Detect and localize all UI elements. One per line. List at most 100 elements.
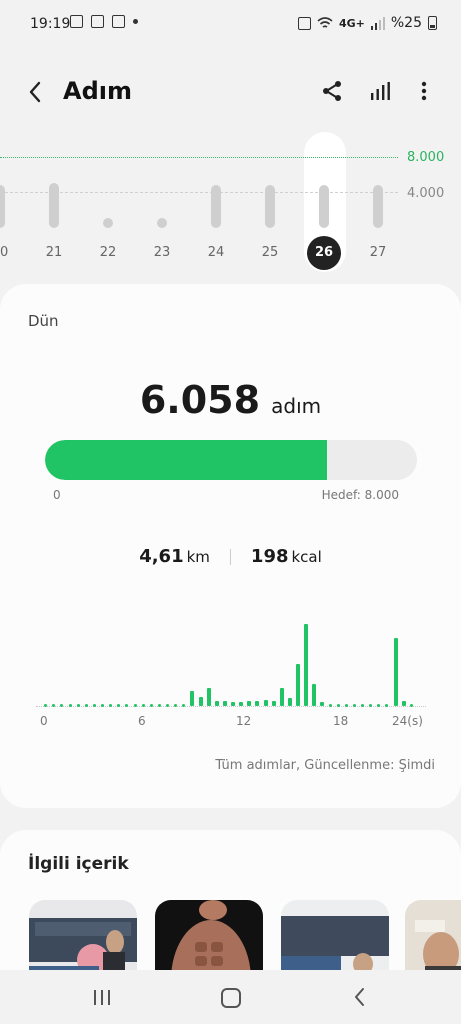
day-bar-23[interactable] [157,218,167,228]
calories-unit: kcal [291,548,322,566]
reference-line [0,192,398,193]
day-label-25[interactable]: 25 [253,245,287,260]
hour-point [157,704,161,707]
day-label-21[interactable]: 21 [37,245,71,260]
update-footnote: Tüm adımlar, Güncellenme: Şimdi [215,758,435,773]
statistics-button[interactable] [368,79,392,103]
goal-line [0,157,398,158]
back-button[interactable] [22,78,50,106]
hour-axis-tick: 0 [40,714,48,728]
system-back-button[interactable] [352,987,368,1007]
goal-axis-label: 8.000 [407,150,445,165]
hour-point [76,704,80,707]
hour-bar [231,702,235,706]
home-button[interactable] [221,988,241,1008]
hour-point [361,704,364,707]
hour-point [344,704,348,707]
hour-bar [222,701,227,706]
day-bar-20[interactable] [0,185,5,228]
system-navigation-bar [0,970,461,1024]
hour-point [328,704,332,707]
hour-point [336,704,340,707]
progress-goal-label: Hedef: 8.000 [321,488,399,502]
daily-summary-card: Dün 6.058 adım 0 Hedef: 8.000 4,61 km 198… [0,284,461,808]
day-label-20[interactable]: 20 [0,245,17,260]
calendar-icon [112,15,125,28]
nba-icon [91,15,104,28]
day-bar-24[interactable] [211,185,221,228]
day-label-26[interactable]: 26 [307,236,341,270]
related-title: İlgili içerik [28,854,129,874]
page-title: Adım [63,77,132,105]
hour-point [68,704,72,707]
app-bar: Adım [0,70,461,114]
steps-value: 6.058 [139,378,261,422]
hour-bar [239,702,244,706]
calories-value: 198 [250,546,289,567]
hour-axis-tick: 6 [138,714,146,728]
hour-bar [296,664,300,706]
hour-axis-tick: 24(s) [392,714,423,728]
stats-row: 4,61 km 198 kcal [0,546,461,567]
day-bar-26[interactable] [319,185,329,228]
signal-icon [370,16,385,30]
day-bar-27[interactable] [373,185,383,228]
hourly-steps-chart: 0 6 12 18 24(s) [36,614,426,728]
battery-icon [428,16,437,30]
distance-stat: 4,61 km [139,546,210,567]
progress-min-label: 0 [53,488,61,502]
share-button[interactable] [320,79,344,103]
goal-progress-bar [45,440,417,480]
steps-unit: adım [271,394,322,418]
hour-point [352,704,356,707]
weekly-steps-chart[interactable]: 8.000 4.000 20 21 22 23 24 25 26 27 [0,128,461,278]
status-bar: 19:19 4G+ %25 [0,0,461,50]
hour-point [133,704,137,707]
recent-apps-button[interactable] [92,989,112,1006]
hour-point [409,704,413,707]
battery-percent: %25 [390,15,422,31]
hour-bar [271,701,276,706]
hour-axis-tick: 12 [236,714,252,728]
steps-total: 6.058 adım [0,378,461,422]
day-bar-22[interactable] [103,218,113,228]
hour-bar [206,688,211,706]
hour-bar [312,684,317,706]
day-label-24[interactable]: 24 [199,245,233,260]
day-label-23[interactable]: 23 [145,245,179,260]
hour-point [141,704,145,707]
day-label-27[interactable]: 27 [361,245,395,260]
hour-point [166,704,169,707]
hour-bar [214,701,219,706]
day-bar-25[interactable] [265,185,275,228]
hour-axis-tick: 18 [333,714,349,728]
calories-stat: 198 kcal [251,546,322,567]
day-label-22[interactable]: 22 [91,245,125,260]
goal-progress-fill [45,440,327,480]
hour-point [92,704,96,707]
distance-unit: km [186,548,210,566]
hour-bar [279,688,284,706]
more-notifications-icon [133,19,138,24]
hour-bar [190,691,195,706]
hour-bar [255,701,260,706]
status-time: 19:19 [30,16,71,32]
hour-bar [247,701,252,706]
hour-bar [287,698,292,706]
more-options-button[interactable] [414,79,434,103]
reference-axis-label: 4.000 [407,186,445,201]
notification-icons [70,15,138,28]
system-icons: 4G+ %25 [297,15,437,31]
hour-point [101,704,104,707]
hour-bar [198,697,203,706]
hour-bar [304,624,309,706]
stats-divider [229,548,231,565]
alarm-icon [297,16,311,30]
network-type: 4G+ [338,16,365,30]
day-bar-21[interactable] [49,182,59,228]
hour-point [149,704,153,707]
summary-day-label: Dün [28,312,59,330]
image-icon [70,15,83,28]
hour-bar [401,701,406,706]
distance-value: 4,61 [139,546,184,567]
